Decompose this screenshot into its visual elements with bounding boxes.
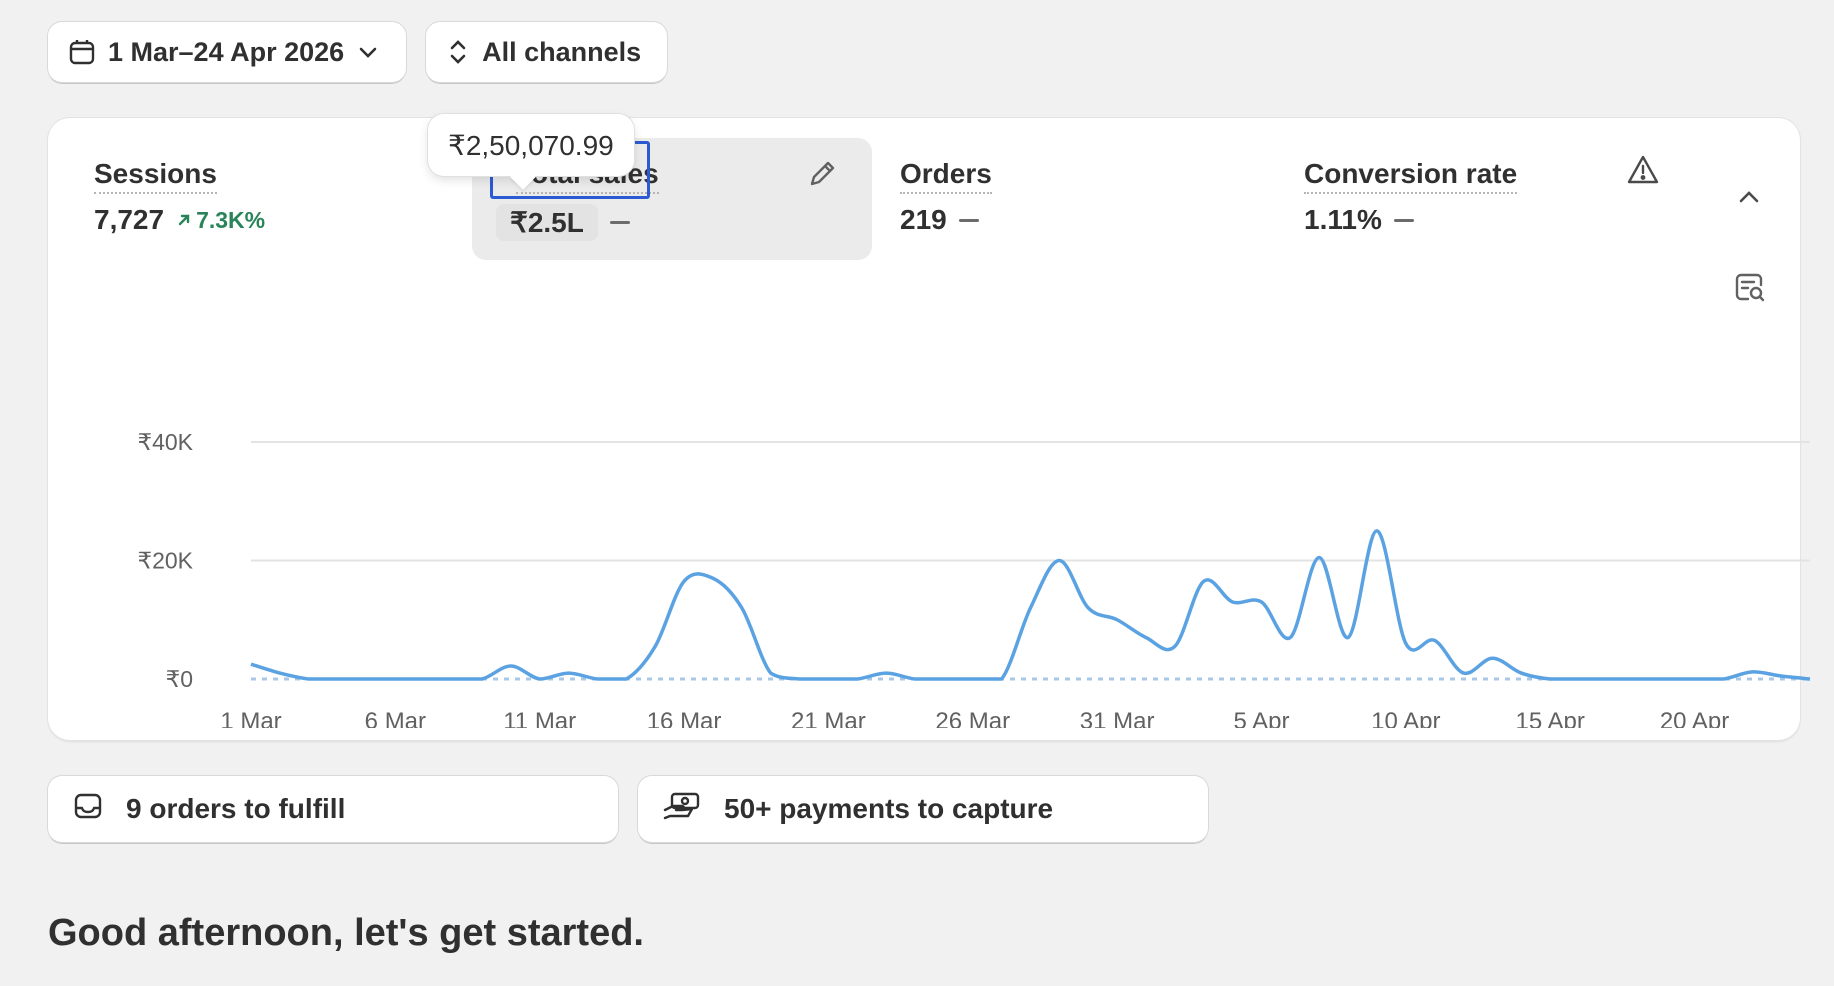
analytics-card: Sessions 7,727 7.3K% Total sales ₹2.5L O… — [48, 118, 1811, 808]
tooltip-text: ₹2,50,070.99 — [448, 129, 614, 161]
no-change-dash — [958, 218, 979, 222]
action-label: 50+ payments to capture — [724, 793, 1054, 824]
metric-value: 1.11% — [1304, 204, 1382, 235]
x-tick-label: 1 Mar — [220, 708, 281, 728]
value-tooltip: ₹2,50,070.99 — [428, 114, 634, 176]
alert-triangle-icon[interactable] — [1626, 154, 1660, 191]
no-change-dash — [609, 221, 630, 224]
sales-chart: ₹0 ₹20K ₹40K 1 Mar 6 Mar 11 Mar 16 Mar 21 Mar 26… — [108, 398, 1828, 808]
channels-button[interactable]: All channels — [426, 22, 668, 82]
change-value: 7.3K% — [196, 206, 266, 233]
y-tick-label: ₹40K — [137, 429, 193, 455]
metric-sessions[interactable]: Sessions 7,727 7.3K% — [70, 138, 470, 260]
x-tick-label: 31 Mar — [1080, 708, 1155, 728]
chevron-up-icon[interactable] — [1736, 184, 1762, 215]
metric-orders[interactable]: Orders 219 — [876, 138, 1276, 260]
x-tick-label: 6 Mar — [365, 708, 426, 728]
calendar-icon — [68, 38, 96, 66]
x-tick-label: 15 Apr — [1515, 708, 1584, 728]
orders-to-fulfill-button[interactable]: 9 orders to fulfill — [48, 776, 618, 842]
action-label: 9 orders to fulfill — [126, 793, 346, 824]
inbox-icon — [72, 790, 104, 829]
no-change-dash — [1393, 218, 1414, 222]
y-tick-label: ₹0 — [166, 666, 193, 692]
metric-label: Conversion rate — [1304, 158, 1518, 194]
filter-bar: 1 Mar–24 Apr 2026 All channels — [48, 22, 668, 82]
x-tick-label: 16 Mar — [647, 708, 722, 728]
x-tick-label: 10 Apr — [1371, 708, 1440, 728]
metric-label: Orders — [900, 158, 992, 194]
trend-change: 7.3K% — [176, 207, 265, 234]
x-tick-label: 5 Apr — [1233, 708, 1289, 728]
channels-label: All channels — [482, 36, 642, 67]
metric-value: 219 — [900, 204, 947, 235]
x-tick-label: 21 Mar — [791, 708, 866, 728]
x-tick-label: 20 Apr — [1660, 708, 1729, 728]
payments-to-capture-button[interactable]: 50+ payments to capture — [638, 776, 1208, 842]
chevron-down-icon — [356, 40, 380, 64]
pencil-icon[interactable] — [806, 158, 838, 195]
x-tick-label: 11 Mar — [503, 708, 576, 728]
line-chart: ₹0 ₹20K ₹40K 1 Mar 6 Mar 11 Mar 16 Mar 21 Mar 26… — [137, 429, 1811, 808]
date-range-label: 1 Mar–24 Apr 2026 — [108, 36, 345, 67]
metric-value: 7,727 — [94, 204, 165, 235]
greeting-heading: Good afternoon, let's get started. — [48, 912, 644, 954]
metric-label: Sessions — [94, 158, 217, 194]
metric-value: ₹2.5L — [496, 204, 598, 241]
x-tick-label: 26 Mar — [935, 708, 1010, 728]
hand-money-icon — [662, 790, 702, 829]
action-row: 9 orders to fulfill 50+ payments to capt… — [48, 776, 1208, 842]
chart-search-icon[interactable] — [1734, 272, 1766, 309]
series-line-current — [250, 529, 1811, 681]
metric-conversion-rate[interactable]: Conversion rate 1.11% — [1280, 138, 1680, 260]
y-tick-label: ₹20K — [137, 548, 193, 574]
arrow-up-right-icon — [178, 214, 190, 226]
date-range-button[interactable]: 1 Mar–24 Apr 2026 — [48, 22, 407, 82]
selector-icon — [446, 37, 470, 67]
